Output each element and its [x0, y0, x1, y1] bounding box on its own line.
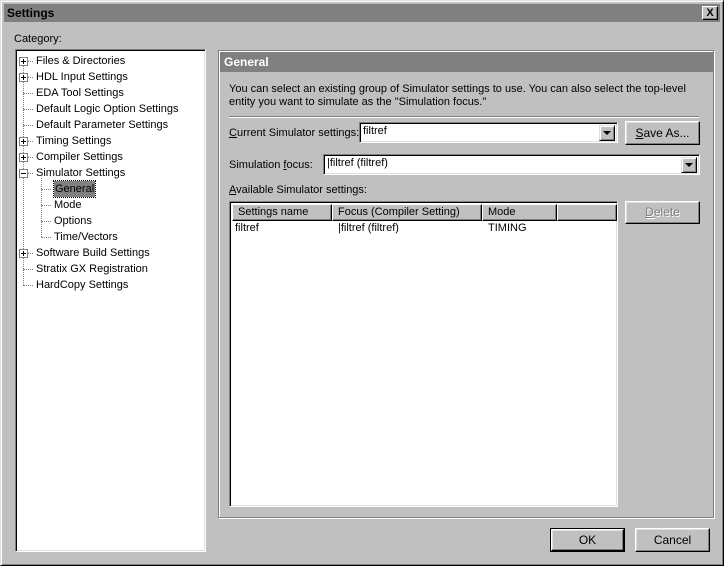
separator	[229, 116, 699, 118]
tree-item-label: Simulator Settings	[36, 167, 126, 179]
tree-item-files-directories[interactable]: Files & Directories	[16, 53, 205, 69]
title-bar[interactable]: Settings X	[4, 4, 720, 22]
list-header: Settings name Focus (Compiler Setting) M…	[232, 204, 617, 221]
column-header-focus[interactable]: Focus (Compiler Setting)	[332, 204, 482, 221]
expand-plus-icon[interactable]	[19, 249, 28, 258]
simulation-focus-value: |filtref (filtref)	[327, 157, 388, 169]
tree-item-default-parameter-settings[interactable]: Default Parameter Settings	[16, 117, 205, 133]
tree-item-label: General	[52, 180, 97, 198]
category-label: Category:	[14, 33, 62, 45]
tree-item-label: Files & Directories	[36, 55, 126, 67]
tree-connector	[23, 125, 33, 126]
tree-item-label: Software Build Settings	[36, 247, 150, 259]
button-label: ave As...	[643, 126, 690, 140]
tree-item-label: HardCopy Settings	[36, 279, 129, 291]
current-settings-label: Current Simulator settings:	[229, 127, 359, 139]
cell-settings-name: filtref	[235, 222, 259, 234]
save-as-button[interactable]: Save As...	[625, 121, 700, 145]
panel-description: You can select an existing group of Simu…	[229, 83, 686, 108]
tree-item-label: EDA Tool Settings	[36, 87, 124, 99]
current-settings-value: filtref	[363, 125, 387, 137]
table-row[interactable]: filtref |filtref (filtref) TIMING	[232, 221, 615, 236]
tree-item-label: Default Parameter Settings	[36, 119, 169, 131]
tree-item-label: HDL Input Settings	[36, 71, 128, 83]
delete-button[interactable]: Delete	[625, 201, 700, 224]
tree-item-hardcopy-settings[interactable]: HardCopy Settings	[16, 277, 205, 293]
cell-focus: |filtref (filtref)	[338, 222, 399, 234]
close-button[interactable]: X	[702, 6, 718, 20]
tree-connector	[41, 237, 51, 238]
tree-item-hdl-input-settings[interactable]: HDL Input Settings	[16, 69, 205, 85]
label-text: ocus:	[286, 159, 313, 171]
simulation-focus-label: Simulation focus:	[229, 159, 313, 171]
available-settings-label: Available Simulator settings:	[229, 184, 367, 196]
tree-item-eda-tool-settings[interactable]: EDA Tool Settings	[16, 85, 205, 101]
tree-item-label: Default Logic Option Settings	[36, 103, 179, 115]
chevron-down-icon[interactable]	[681, 157, 697, 173]
available-settings-list[interactable]: Settings name Focus (Compiler Setting) M…	[229, 201, 618, 507]
mnemonic: D	[645, 205, 654, 219]
tree-item-options[interactable]: Options	[16, 213, 205, 229]
tree-item-label: Timing Settings	[36, 135, 112, 147]
tree-item-default-logic-option-settings[interactable]: Default Logic Option Settings	[16, 101, 205, 117]
mnemonic: C	[229, 127, 237, 139]
collapse-minus-icon[interactable]	[19, 169, 28, 178]
expand-plus-icon[interactable]	[19, 73, 28, 82]
cell-mode: TIMING	[488, 222, 527, 234]
tree-connector	[23, 93, 33, 94]
tree-item-mode[interactable]: Mode	[16, 197, 205, 213]
button-label: elete	[653, 205, 680, 219]
close-icon: X	[706, 7, 714, 19]
cancel-button[interactable]: Cancel	[635, 528, 710, 552]
chevron-down-icon[interactable]	[599, 125, 615, 141]
tree-item-general[interactable]: General	[16, 180, 205, 198]
tree-item-label: Stratix GX Registration	[36, 263, 148, 275]
column-header-settings-name[interactable]: Settings name	[232, 204, 332, 221]
expand-plus-icon[interactable]	[19, 153, 28, 162]
label-text: Simulation	[229, 159, 284, 171]
label-text: urrent Simulator settings:	[236, 127, 360, 139]
panel-title: General	[220, 52, 713, 72]
ok-button[interactable]: OK	[550, 528, 625, 552]
tree-item-label: Time/Vectors	[54, 231, 118, 243]
tree-connector	[41, 221, 51, 222]
column-header-mode[interactable]: Mode	[482, 204, 557, 221]
simulation-focus-combo[interactable]: |filtref (filtref)	[323, 154, 700, 175]
tree-item-timing-settings[interactable]: Timing Settings	[16, 133, 205, 149]
tree-item-compiler-settings[interactable]: Compiler Settings	[16, 149, 205, 165]
label-text: vailable Simulator settings:	[236, 184, 367, 196]
tree-item-stratix-gx-registration[interactable]: Stratix GX Registration	[16, 261, 205, 277]
tree-item-label: Compiler Settings	[36, 151, 123, 163]
tree-connector	[23, 285, 33, 286]
tree-connector	[23, 269, 33, 270]
window-title: Settings	[7, 6, 55, 20]
tree-connector	[41, 189, 51, 190]
category-tree[interactable]: Files & Directories HDL Input Settings EDA…	[15, 49, 206, 552]
expand-plus-icon[interactable]	[19, 137, 28, 146]
tree-item-time-vectors[interactable]: Time/Vectors	[16, 229, 205, 245]
tree-item-software-build-settings[interactable]: Software Build Settings	[16, 245, 205, 261]
tree-connector	[23, 109, 33, 110]
tree-item-simulator-settings[interactable]: Simulator Settings	[16, 165, 205, 181]
tree-item-label: Mode	[54, 199, 82, 211]
tree-connector	[41, 205, 51, 206]
current-settings-combo[interactable]: filtref	[359, 122, 618, 143]
column-header-blank[interactable]	[557, 204, 617, 221]
expand-plus-icon[interactable]	[19, 57, 28, 66]
tree-item-label: Options	[54, 215, 92, 227]
